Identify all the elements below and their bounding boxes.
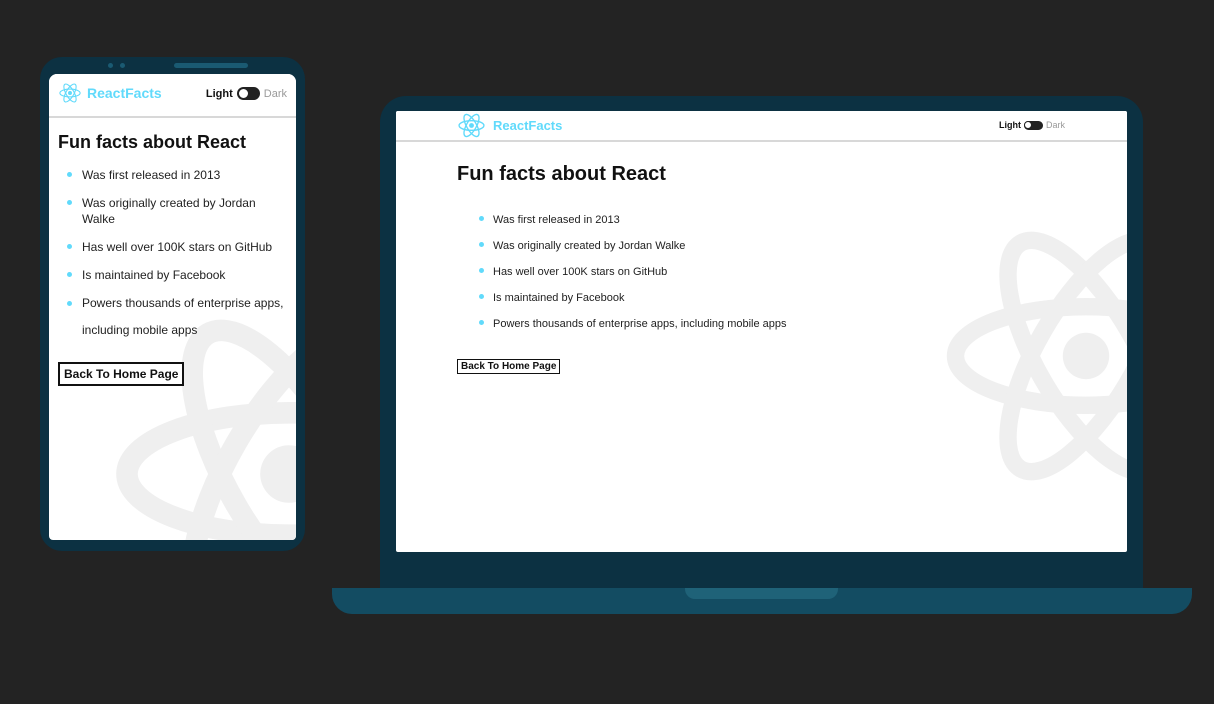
list-item: Powers thousands of enterprise apps, incl… xyxy=(58,290,288,344)
fact-text: Powers thousands of enterprise apps, inc… xyxy=(493,318,787,330)
main-content: Fun facts about React Was first released… xyxy=(457,163,1057,374)
theme-switch[interactable] xyxy=(1023,120,1043,130)
theme-switch-knob xyxy=(1023,120,1032,129)
top-navbar: ReactFacts Light Dark xyxy=(396,111,1127,142)
phone-screen: ReactFacts Light Dark Fun facts about Re… xyxy=(49,74,296,540)
bullet-dot xyxy=(67,172,72,177)
laptop-base-notch xyxy=(685,588,838,599)
react-logo-icon xyxy=(59,83,81,103)
bullet-dot xyxy=(479,320,484,325)
phone-device-frame: ReactFacts Light Dark Fun facts about Re… xyxy=(40,57,305,551)
facts-list: Was first released in 2013 Was originall… xyxy=(58,167,288,344)
theme-dark-label: Dark xyxy=(263,87,287,100)
bullet-dot xyxy=(479,216,484,221)
laptop-device-frame: ReactFacts Light Dark Fun facts about Re… xyxy=(380,96,1143,588)
react-logo-icon xyxy=(458,113,485,138)
list-item: Was first released in 2013 xyxy=(457,213,1057,227)
brand-logo[interactable]: ReactFacts xyxy=(457,112,562,139)
laptop-screen: ReactFacts Light Dark Fun facts about Re… xyxy=(396,111,1127,552)
main-content: Fun facts about React Was first released… xyxy=(58,132,288,386)
brand-logo[interactable]: ReactFacts xyxy=(59,82,162,104)
bullet-dot xyxy=(479,294,484,299)
theme-toggle: Light Dark xyxy=(206,87,287,100)
back-to-home-button[interactable]: Back To Home Page xyxy=(457,359,561,374)
theme-switch-knob xyxy=(237,88,249,99)
list-item: Is maintained by Facebook xyxy=(58,267,288,283)
bullet-dot xyxy=(67,272,72,277)
brand-name: ReactFacts xyxy=(87,85,162,101)
bullet-dot xyxy=(67,200,72,205)
phone-camera-dot xyxy=(108,63,113,68)
fact-text: Is maintained by Facebook xyxy=(82,268,226,282)
theme-light-label: Light xyxy=(205,87,233,100)
bullet-dot xyxy=(479,242,484,247)
list-item: Was originally created by Jordan Walke xyxy=(457,239,1057,253)
bullet-dot xyxy=(67,301,72,306)
back-to-home-button[interactable]: Back To Home Page xyxy=(58,362,185,386)
list-item: Was originally created by Jordan Walke xyxy=(58,195,288,227)
phone-camera-dot xyxy=(120,63,125,68)
laptop-base xyxy=(332,588,1192,614)
phone-speaker xyxy=(174,63,248,68)
list-item: Powers thousands of enterprise apps, inc… xyxy=(457,317,1057,331)
bullet-dot xyxy=(479,268,484,273)
theme-dark-label: Dark xyxy=(1045,120,1065,130)
fact-text: Was first released in 2013 xyxy=(82,168,221,182)
list-item: Is maintained by Facebook xyxy=(457,291,1057,305)
list-item: Has well over 100K stars on GitHub xyxy=(457,265,1057,279)
fact-text: Was first released in 2013 xyxy=(493,214,620,226)
fact-text-line-1: Powers thousands of enterprise apps, xyxy=(82,296,284,310)
theme-switch[interactable] xyxy=(236,87,260,100)
fact-text: Has well over 100K stars on GitHub xyxy=(493,266,668,278)
fact-text: Was originally created by Jordan Walke xyxy=(493,240,686,252)
brand-name: ReactFacts xyxy=(493,118,563,133)
list-item: Has well over 100K stars on GitHub xyxy=(58,239,288,255)
theme-light-label: Light xyxy=(998,120,1021,130)
page-title: Fun facts about React xyxy=(457,163,666,185)
facts-list: Was first released in 2013 Was originall… xyxy=(457,213,1057,331)
theme-toggle: Light Dark xyxy=(999,120,1065,130)
fact-text: Was originally created by Jordan Walke xyxy=(82,196,256,226)
fact-text: Has well over 100K stars on GitHub xyxy=(82,240,273,254)
top-navbar: ReactFacts Light Dark xyxy=(49,74,296,118)
bullet-dot xyxy=(67,244,72,249)
fact-text: Is maintained by Facebook xyxy=(493,292,625,304)
list-item: Was first released in 2013 xyxy=(58,167,288,183)
page-title: Fun facts about React xyxy=(58,132,247,152)
fact-text-line-2: including mobile apps xyxy=(82,323,198,337)
